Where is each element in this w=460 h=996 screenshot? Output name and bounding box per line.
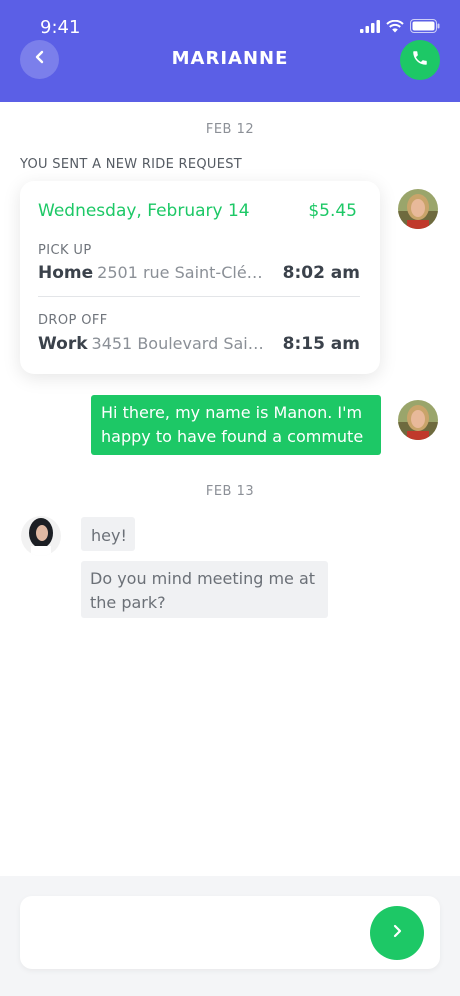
date-separator: FEB 12	[205, 122, 255, 137]
phone-icon	[411, 49, 429, 72]
pickup-address: 2501 rue Saint-Clément	[97, 263, 273, 282]
chat-header: 9:41 MARIANNE	[0, 0, 460, 102]
dropoff-label: DROP OFF	[38, 313, 108, 328]
message-input[interactable]	[36, 916, 366, 948]
call-button[interactable]	[400, 40, 440, 80]
send-button[interactable]	[370, 906, 424, 960]
incoming-message: Do you mind meeting me at the park?	[81, 561, 328, 618]
status-icons	[360, 19, 440, 38]
date-separator: FEB 13	[205, 484, 255, 499]
contact-name: MARIANNE	[171, 48, 289, 69]
battery-icon	[410, 19, 440, 38]
dropoff-place: Work	[38, 334, 88, 354]
pickup-place: Home	[38, 263, 94, 283]
status-time: 9:41	[40, 17, 81, 38]
user-avatar	[398, 400, 438, 440]
ride-price: $5.45	[308, 201, 357, 221]
pickup-label: PICK UP	[38, 243, 92, 258]
dropoff-row: Work 3451 Boulevard Saint-Laurent 8:15 a…	[38, 334, 360, 354]
dropoff-address: 3451 Boulevard Saint-Laurent	[91, 334, 273, 353]
pickup-time: 8:02 am	[282, 263, 360, 283]
ride-request-card[interactable]: Wednesday, February 14 $5.45 PICK UP Hom…	[20, 181, 380, 374]
wifi-icon	[386, 19, 404, 38]
pickup-row: Home 2501 rue Saint-Clément 8:02 am	[38, 263, 360, 283]
ride-divider	[38, 296, 360, 297]
outgoing-message: Hi there, my name is Manon. I'm happy to…	[91, 395, 381, 455]
incoming-message: hey!	[81, 517, 135, 551]
dropoff-time: 8:15 am	[282, 334, 360, 354]
contact-avatar	[21, 516, 61, 556]
user-avatar	[398, 189, 438, 229]
ride-date: Wednesday, February 14	[38, 201, 250, 221]
chevron-right-icon	[392, 924, 402, 943]
ride-request-label: YOU SENT A NEW RIDE REQUEST	[20, 157, 243, 172]
signal-icon	[360, 19, 380, 38]
